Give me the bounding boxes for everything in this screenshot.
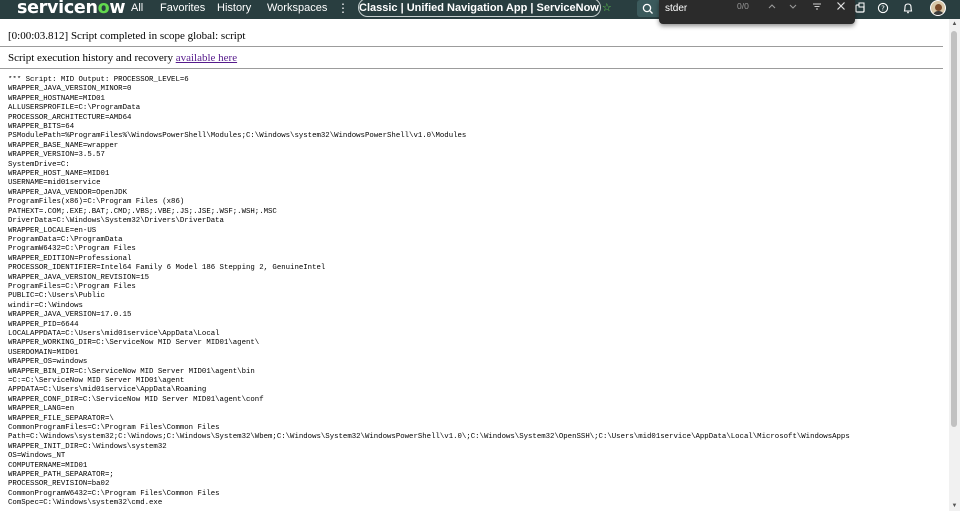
output-line: Path=C:\Windows\system32;C:\Windows;C:\W… xyxy=(8,433,850,442)
output-line: ALLUSERSPROFILE=C:\ProgramData xyxy=(8,104,141,113)
output-line: DriverData=C:\Windows\System32\Drivers\D… xyxy=(8,217,224,226)
output-line: LOCALAPPDATA=C:\Users\mid01service\AppDa… xyxy=(8,329,220,338)
output-line: *** Script: MID Output: PROCESSOR_LEVEL=… xyxy=(8,76,189,84)
output-line: WRAPPER_BIN_DIR=C:\ServiceNow MID Server… xyxy=(8,367,255,376)
vertical-scrollbar[interactable]: ▲ ▼ xyxy=(949,19,960,511)
svg-text:?: ? xyxy=(881,5,885,13)
favorite-star-icon[interactable]: ☆ xyxy=(602,2,612,14)
output-line: APPDATA=C:\Users\mid01service\AppData\Ro… xyxy=(8,386,207,395)
output-line: COMPUTERNAME=MID01 xyxy=(8,461,88,470)
output-line: ComSpec=C:\Windows\system32\cmd.exe xyxy=(8,499,163,508)
output-line: WRAPPER_EDITION=Professional xyxy=(8,254,132,263)
output-line: WRAPPER_HOSTNAME=MID01 xyxy=(8,94,105,103)
output-line: PATHEXT=.COM;.EXE;.BAT;.CMD;.VBS;.VBE;.J… xyxy=(8,207,277,216)
output-line: WRAPPER_OS=windows xyxy=(8,358,88,367)
output-line: WRAPPER_LANG=en xyxy=(8,405,75,414)
nav-favorites[interactable]: Favorites xyxy=(160,0,205,17)
nav-history[interactable]: History xyxy=(217,0,251,17)
output-line: PROCESSOR_REVISION=ba02 xyxy=(8,480,110,489)
output-line: WRAPPER_JAVA_VERSION=17.0.15 xyxy=(8,311,132,320)
output-line: PROCESSOR_ARCHITECTURE=AMD64 xyxy=(8,113,132,122)
output-line: WRAPPER_HOST_NAME=MID01 xyxy=(8,170,110,179)
search-icon xyxy=(642,3,653,14)
history-link[interactable]: available here xyxy=(176,52,237,64)
divider xyxy=(0,46,943,47)
output-line: SystemDrive=C: xyxy=(8,160,70,169)
output-line: ProgramW6432=C:\Program Files xyxy=(8,245,136,254)
output-line: ProgramData=C:\ProgramData xyxy=(8,235,123,244)
app-context-title[interactable]: Classic | Unified Navigation App | Servi… xyxy=(358,0,612,17)
output-line: WRAPPER_INIT_DIR=C:\Windows\system32 xyxy=(8,442,167,451)
output-line: WRAPPER_BASE_NAME=wrapper xyxy=(8,141,119,150)
more-menu-icon[interactable]: ⋮ xyxy=(337,0,349,17)
output-line: WRAPPER_CONF_DIR=C:\ServiceNow MID Serve… xyxy=(8,395,264,404)
output-line: CommonProgramFiles=C:\Program Files\Comm… xyxy=(8,424,220,433)
filter-options-icon[interactable] xyxy=(810,0,824,14)
output-line: PSModulePath=%ProgramFiles%\WindowsPower… xyxy=(8,132,467,141)
help-icon[interactable]: ? xyxy=(876,0,890,17)
output-line: WRAPPER_PID=6644 xyxy=(8,320,79,329)
servicenow-logo[interactable]: servicenow xyxy=(17,0,126,19)
output-line: USERNAME=mid01service xyxy=(8,179,101,188)
output-line: WRAPPER_WORKING_DIR=C:\ServiceNow MID Se… xyxy=(8,339,260,348)
close-icon[interactable] xyxy=(834,0,848,14)
history-message: Script execution history and recovery av… xyxy=(8,52,238,64)
output-line: WRAPPER_BITS=64 xyxy=(8,123,75,132)
scroll-up-icon[interactable]: ▲ xyxy=(949,19,960,29)
script-status-message: [0:00:03.812] Script completed in scope … xyxy=(8,30,246,42)
output-line: OS=Windows_NT xyxy=(8,452,66,461)
chevron-up-icon[interactable] xyxy=(765,0,779,14)
search-button[interactable] xyxy=(637,0,659,17)
output-line: USERDOMAIN=MID01 xyxy=(8,348,79,357)
output-line: windir=C:\Windows xyxy=(8,301,83,310)
output-line: WRAPPER_LOCALE=en-US xyxy=(8,226,97,235)
notification-bell-icon[interactable] xyxy=(901,0,915,17)
output-line: PUBLIC=C:\Users\Public xyxy=(8,292,105,301)
output-line: PROCESSOR_IDENTIFIER=Intel64 Family 6 Mo… xyxy=(8,264,326,273)
divider xyxy=(0,68,943,69)
scope-icon[interactable] xyxy=(853,0,867,17)
output-line: WRAPPER_JAVA_VENDOR=OpenJDK xyxy=(8,188,127,197)
output-line: WRAPPER_FILE_SEPARATOR=\ xyxy=(8,414,114,423)
output-line: WRAPPER_JAVA_VERSION_REVISION=15 xyxy=(8,273,150,282)
output-line: WRAPPER_VERSION=3.5.57 xyxy=(8,151,105,160)
output-line: ProgramFiles(x86)=C:\Program Files (x86) xyxy=(8,198,185,207)
nav-all[interactable]: All xyxy=(131,0,143,17)
output-line: WRAPPER_PATH_SEPARATOR=; xyxy=(8,471,114,480)
chevron-down-icon[interactable] xyxy=(786,0,800,14)
find-in-page-bar: 0/0 xyxy=(659,0,855,24)
script-output: *** Script: MID Output: PROCESSOR_LEVEL=… xyxy=(8,76,943,511)
user-avatar[interactable] xyxy=(930,0,946,16)
output-line: ProgramFiles=C:\Program Files xyxy=(8,282,136,291)
find-match-count: 0/0 xyxy=(737,1,749,11)
scroll-down-icon[interactable]: ▼ xyxy=(949,501,960,511)
output-line: CommonProgramW6432=C:\Program Files\Comm… xyxy=(8,489,220,498)
output-line: WRAPPER_JAVA_VERSION_MINOR=0 xyxy=(8,85,132,94)
output-line: =C:=C:\ServiceNow MID Server MID01\agent xyxy=(8,377,185,385)
find-input[interactable] xyxy=(659,0,737,16)
nav-workspaces[interactable]: Workspaces xyxy=(267,0,327,17)
scroll-thumb[interactable] xyxy=(951,31,957,427)
